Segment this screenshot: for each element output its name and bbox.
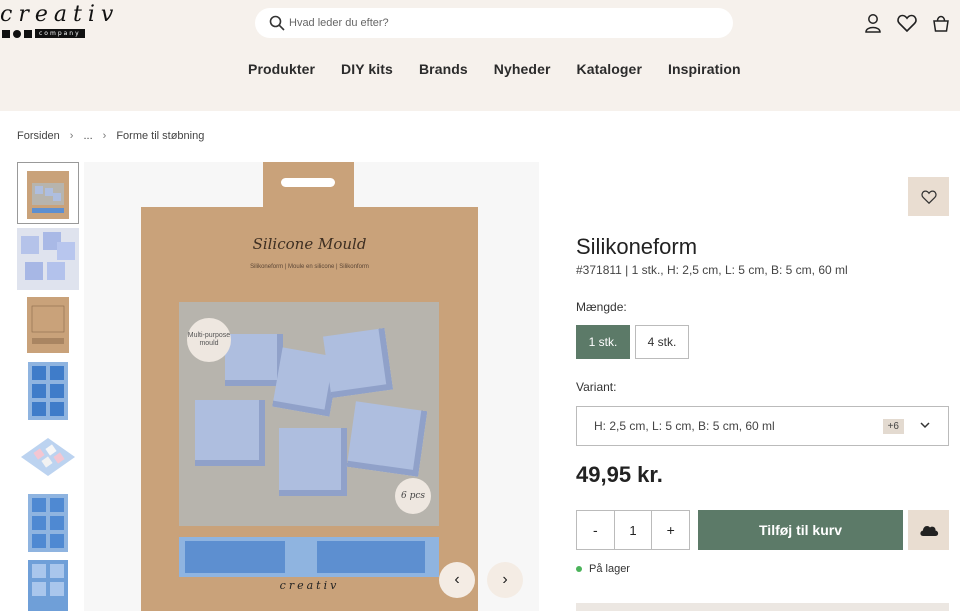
- main-nav: Produkter DIY kits Brands Nyheder Katalo…: [248, 61, 741, 77]
- account-icon[interactable]: [862, 12, 884, 34]
- logo[interactable]: creativ company: [0, 2, 132, 40]
- breadcrumb-ellipsis[interactable]: ...: [83, 130, 92, 142]
- bottom-panel: [576, 603, 949, 611]
- cloud-button[interactable]: [908, 510, 949, 550]
- nav-item-diy-kits[interactable]: DIY kits: [341, 61, 393, 77]
- package-illustration: Silicone Mould Silikoneform | Moule en s…: [141, 207, 478, 611]
- variant-more-badge: +6: [882, 419, 904, 434]
- nav-item-kataloger[interactable]: Kataloger: [577, 61, 642, 77]
- package-tray: [179, 537, 439, 577]
- add-to-cart-button[interactable]: Tilføj til kurv: [698, 510, 903, 550]
- search-bar[interactable]: [255, 8, 733, 38]
- logo-bar: company: [2, 29, 85, 38]
- increase-quantity-button[interactable]: +: [652, 511, 689, 549]
- logo-wordmark: creativ: [0, 2, 120, 27]
- nav-item-brands[interactable]: Brands: [419, 61, 468, 77]
- cart-icon[interactable]: [930, 12, 952, 34]
- nav-item-nyheder[interactable]: Nyheder: [494, 61, 551, 77]
- in-stock-dot-icon: [576, 566, 582, 572]
- variant-select[interactable]: H: 2,5 cm, L: 5 cm, B: 5 cm, 60 ml +6: [576, 406, 949, 446]
- thumbnail-mould-bottom[interactable]: [17, 558, 79, 611]
- variant-value: H: 2,5 cm, L: 5 cm, B: 5 cm, 60 ml: [594, 419, 775, 433]
- logo-subtext: company: [35, 29, 85, 38]
- add-to-wishlist-button[interactable]: [908, 177, 949, 216]
- search-input[interactable]: [289, 17, 709, 29]
- breadcrumb-current[interactable]: Forme til støbning: [116, 130, 204, 142]
- package-logo: creativ: [279, 579, 340, 592]
- thumbnail-mould-top-2[interactable]: [17, 492, 79, 554]
- package-title: Silicone Mould: [252, 235, 367, 253]
- stock-text: På lager: [589, 563, 630, 575]
- decrease-quantity-button[interactable]: -: [577, 511, 614, 549]
- quantity-stepper: - 1 +: [576, 510, 690, 550]
- chevron-right-icon: ›: [69, 130, 74, 142]
- quantity-label: Mængde:: [576, 300, 627, 314]
- nav-item-produkter[interactable]: Produkter: [248, 61, 315, 77]
- thumbnail-package-back[interactable]: [17, 294, 79, 356]
- cloud-icon: [919, 525, 938, 536]
- package-window: Multi-purpose mould 6 pcs: [179, 302, 439, 526]
- variant-label: Variant:: [576, 380, 617, 394]
- nav-item-inspiration[interactable]: Inspiration: [668, 61, 741, 77]
- product-main-image[interactable]: Silicone Mould Silikoneform | Moule en s…: [84, 162, 539, 611]
- pieces-badge: 6 pcs: [395, 478, 431, 514]
- stock-status: På lager: [576, 563, 630, 575]
- thumbnail-mould-top[interactable]: [17, 360, 79, 422]
- wishlist-icon[interactable]: [896, 12, 918, 34]
- chevron-right-icon: ›: [102, 130, 107, 142]
- thumbnail-mould-colored[interactable]: [17, 426, 79, 488]
- pack-option-1[interactable]: 1 stk.: [576, 325, 630, 359]
- quantity-input[interactable]: 1: [613, 511, 653, 549]
- product-meta: #371811 | 1 stk., H: 2,5 cm, L: 5 cm, B:…: [576, 263, 848, 277]
- package-hanger: [263, 162, 354, 208]
- chevron-down-icon: [918, 418, 932, 435]
- chevron-right-icon: ›: [502, 571, 508, 588]
- previous-image-button[interactable]: ‹: [439, 562, 475, 598]
- breadcrumb: Forsiden › ... › Forme til støbning: [17, 130, 204, 142]
- breadcrumb-home[interactable]: Forsiden: [17, 130, 60, 142]
- package-subtitle: Silikoneform | Moule en silicone | Silik…: [250, 264, 369, 270]
- chevron-left-icon: ‹: [454, 571, 460, 588]
- search-icon: [269, 15, 285, 31]
- product-title: Silikoneform: [576, 234, 698, 259]
- site-header: creativ company Produkter DIY kits Brand…: [0, 0, 960, 111]
- multipurpose-badge: Multi-purpose mould: [187, 318, 231, 362]
- heart-icon: [920, 190, 937, 204]
- thumbnail-package[interactable]: [17, 162, 79, 224]
- pack-option-4[interactable]: 4 stk.: [635, 325, 689, 359]
- product-price: 49,95 kr.: [576, 462, 663, 487]
- thumbnail-list: [17, 162, 79, 611]
- thumbnail-blocks[interactable]: [17, 228, 79, 290]
- next-image-button[interactable]: ›: [487, 562, 523, 598]
